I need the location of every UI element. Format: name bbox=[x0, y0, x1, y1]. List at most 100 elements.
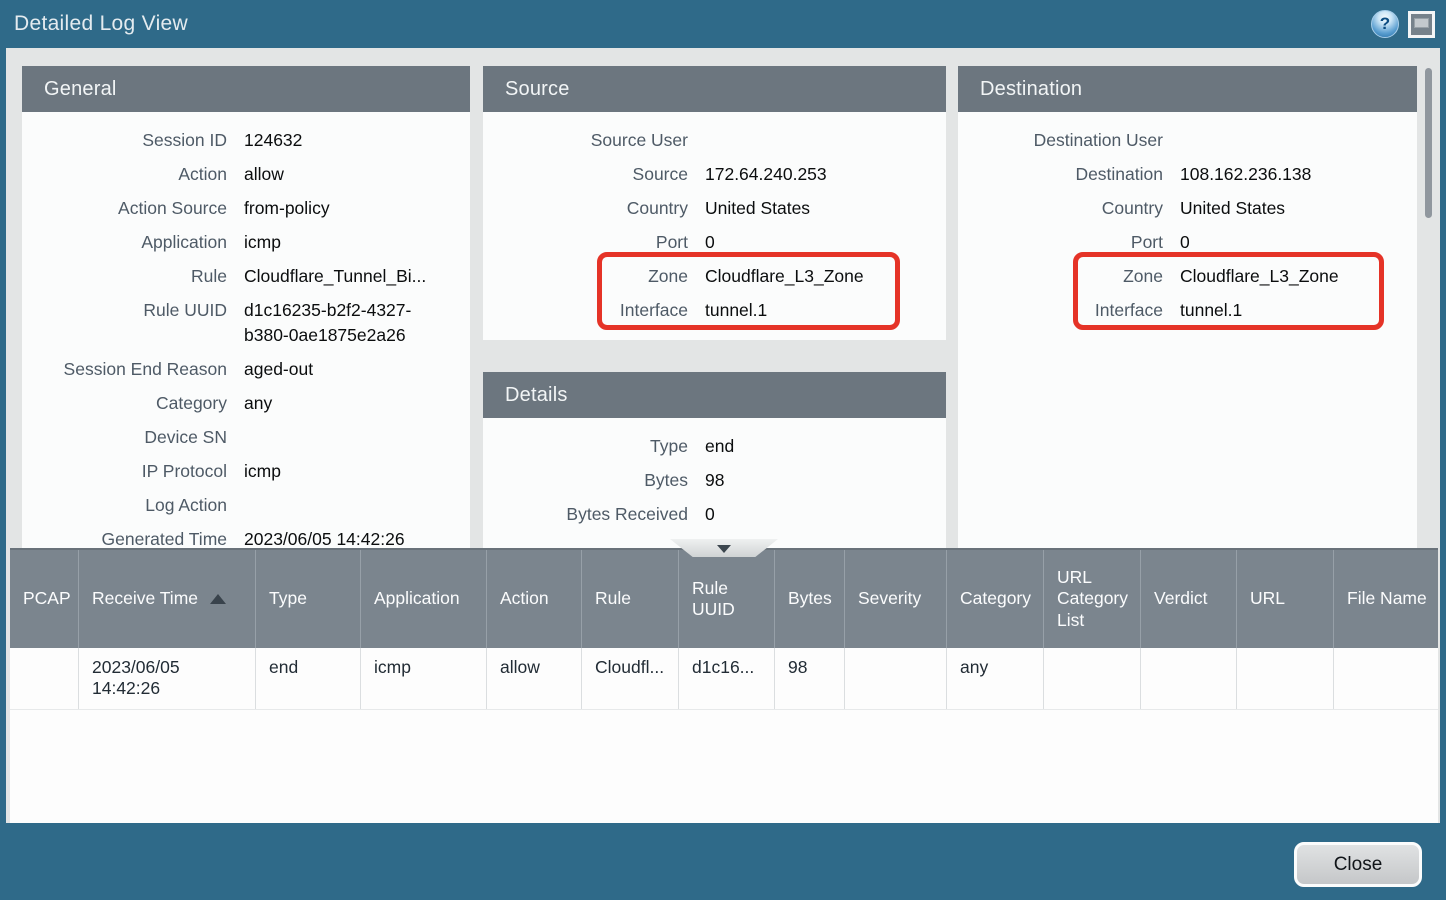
field-label: Application bbox=[22, 230, 227, 255]
log-table-header: PCAP Receive Time Type Application Actio… bbox=[10, 548, 1438, 648]
field-row: Typeend bbox=[483, 434, 946, 459]
panel-general: General Session ID 124632 Actionallow Act… bbox=[22, 66, 470, 548]
window-restore-icon[interactable] bbox=[1408, 11, 1435, 38]
titlebar: Detailed Log View ? bbox=[0, 0, 1446, 48]
field-value: any bbox=[244, 391, 272, 416]
field-value: 0 bbox=[705, 502, 715, 527]
field-row: Log Action bbox=[22, 493, 470, 518]
cell-rule: Cloudfl... bbox=[582, 648, 679, 709]
field-label: Type bbox=[483, 434, 688, 459]
field-label: Country bbox=[958, 196, 1163, 221]
field-value: 98 bbox=[705, 468, 724, 493]
field-row: Device SN bbox=[22, 425, 470, 450]
column-header-receive-time[interactable]: Receive Time bbox=[79, 550, 256, 648]
field-row: Destination 108.162.236.138 bbox=[958, 162, 1417, 187]
column-header-verdict[interactable]: Verdict bbox=[1141, 550, 1237, 648]
field-value: 108.162.236.138 bbox=[1180, 162, 1311, 187]
cell-application: icmp bbox=[361, 648, 487, 709]
field-value: United States bbox=[705, 196, 810, 221]
cell-file-name bbox=[1334, 648, 1438, 709]
field-label: Device SN bbox=[22, 425, 227, 450]
field-row: Generated Time 2023/06/05 14:42:26 bbox=[22, 527, 470, 548]
field-label: Session End Reason bbox=[22, 357, 227, 382]
field-label: Category bbox=[22, 391, 227, 416]
cell-bytes: 98 bbox=[775, 648, 845, 709]
column-header-pcap[interactable]: PCAP bbox=[10, 550, 79, 648]
column-header-rule[interactable]: Rule bbox=[582, 550, 679, 648]
cell-type: end bbox=[256, 648, 361, 709]
field-row: Category any bbox=[22, 391, 470, 416]
window-restore-glyph bbox=[1414, 18, 1429, 28]
field-row: Applicationicmp bbox=[22, 230, 470, 255]
cell-rule-uuid: d1c16... bbox=[679, 648, 775, 709]
cell-verdict bbox=[1141, 648, 1237, 709]
panel-general-header: General bbox=[22, 66, 470, 112]
field-row: Source User bbox=[483, 128, 946, 153]
field-value: 124632 bbox=[244, 128, 302, 153]
field-row: Action Source from-policy bbox=[22, 196, 470, 221]
cell-action: allow bbox=[487, 648, 582, 709]
field-label: Generated Time bbox=[22, 527, 227, 548]
field-label: Session ID bbox=[22, 128, 227, 153]
field-value: end bbox=[705, 434, 734, 459]
field-label: Destination bbox=[958, 162, 1163, 187]
column-header-rule-uuid[interactable]: Rule UUID bbox=[679, 550, 775, 648]
cell-pcap bbox=[10, 648, 79, 709]
close-button[interactable]: Close bbox=[1294, 842, 1422, 887]
field-label: Bytes Received bbox=[483, 502, 688, 527]
column-header-severity[interactable]: Severity bbox=[845, 550, 947, 648]
log-table: PCAP Receive Time Type Application Actio… bbox=[10, 548, 1438, 823]
field-label: Rule UUID bbox=[22, 298, 227, 348]
field-label: Country bbox=[483, 196, 688, 221]
panel-source-header: Source bbox=[483, 66, 946, 112]
window-title: Detailed Log View bbox=[14, 12, 188, 36]
detailed-log-dialog: General Session ID124632 Actionallow Act… bbox=[6, 48, 1440, 823]
field-value: d1c16235-b2f2-4327-b380-0ae1875e2a26 bbox=[244, 298, 449, 348]
field-value: icmp bbox=[244, 459, 281, 484]
field-row: IP Protocol icmp bbox=[22, 459, 470, 484]
column-header-url-category-list[interactable]: URL Category List bbox=[1044, 550, 1141, 648]
cell-url bbox=[1237, 648, 1334, 709]
field-label: Action Source bbox=[22, 196, 227, 221]
column-header-url[interactable]: URL bbox=[1237, 550, 1334, 648]
column-header-application[interactable]: Application bbox=[361, 550, 487, 648]
field-row: Bytes 98 bbox=[483, 468, 946, 493]
field-row: Rule UUID d1c16235-b2f2-4327-b380-0ae1875… bbox=[22, 298, 470, 348]
cell-url-category-list bbox=[1044, 648, 1141, 709]
column-header-type[interactable]: Type bbox=[256, 550, 361, 648]
vertical-scrollbar-thumb[interactable] bbox=[1425, 68, 1432, 218]
chevron-down-icon bbox=[717, 545, 731, 553]
field-label: Source bbox=[483, 162, 688, 187]
log-detail-panels: General Session ID 124632 Actionallow Act… bbox=[6, 48, 1440, 548]
panel-details-header: Details bbox=[483, 372, 946, 418]
field-row: Source 172.64.240.253 bbox=[483, 162, 946, 187]
field-value: Cloudflare_Tunnel_Bi... bbox=[244, 264, 426, 289]
annotation-highlight-box bbox=[1073, 252, 1384, 330]
column-header-action[interactable]: Action bbox=[487, 550, 582, 648]
column-header-category[interactable]: Category bbox=[947, 550, 1044, 648]
field-row: Session End Reasonaged-out bbox=[22, 357, 470, 382]
field-row: Actionallow bbox=[22, 162, 470, 187]
field-value: 172.64.240.253 bbox=[705, 162, 827, 187]
field-row: Country United States bbox=[958, 196, 1417, 221]
field-label: Log Action bbox=[22, 493, 227, 518]
field-value: United States bbox=[1180, 196, 1285, 221]
help-icon[interactable]: ? bbox=[1371, 10, 1399, 38]
field-value: allow bbox=[244, 162, 284, 187]
field-row: Session ID 124632 bbox=[22, 128, 470, 153]
table-row[interactable]: 2023/06/05 14:42:26 end icmp allow Cloud… bbox=[10, 648, 1438, 710]
field-label: Bytes bbox=[483, 468, 688, 493]
column-header-file-name[interactable]: File Name bbox=[1334, 550, 1438, 648]
field-value: 2023/06/05 14:42:26 bbox=[244, 527, 405, 548]
field-label: Source User bbox=[483, 128, 688, 153]
field-value: from-policy bbox=[244, 196, 330, 221]
field-row: Country United States bbox=[483, 196, 946, 221]
column-header-bytes[interactable]: Bytes bbox=[775, 550, 845, 648]
field-label: IP Protocol bbox=[22, 459, 227, 484]
field-label: Rule bbox=[22, 264, 227, 289]
panel-details: Details Typeend Bytes 98 Bytes Received 0 bbox=[483, 372, 946, 548]
field-label: Destination User bbox=[958, 128, 1163, 153]
cell-severity bbox=[845, 648, 947, 709]
field-row: Destination User bbox=[958, 128, 1417, 153]
cell-receive-time: 2023/06/05 14:42:26 bbox=[79, 648, 256, 709]
